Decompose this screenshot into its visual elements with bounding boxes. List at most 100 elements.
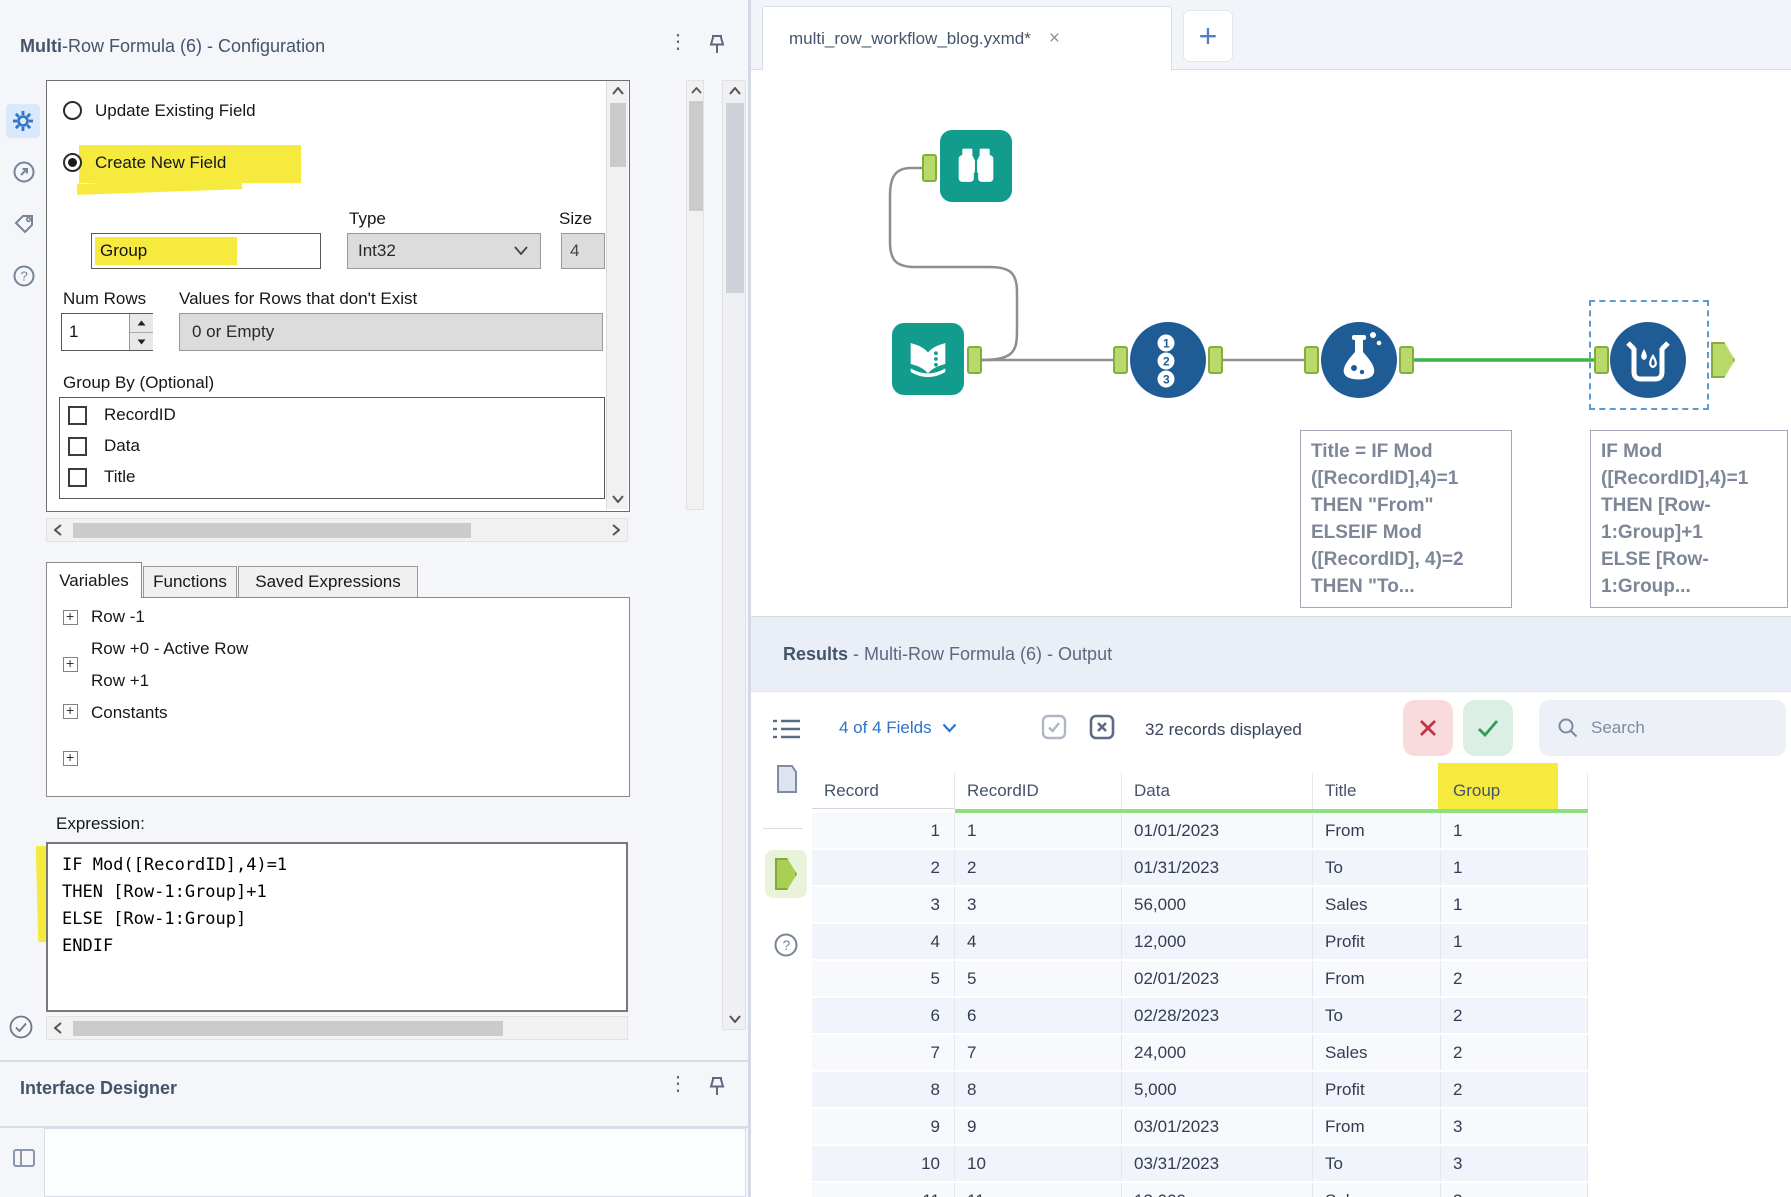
- tab-variables[interactable]: Variables: [46, 562, 142, 598]
- checkbox-recordid[interactable]: [68, 406, 87, 425]
- scroll-left-icon[interactable]: [49, 521, 67, 539]
- scroll-thumb[interactable]: [73, 523, 471, 538]
- recordid-output-anchor[interactable]: [1208, 346, 1223, 374]
- column-header-data[interactable]: Data: [1122, 773, 1313, 809]
- table-row[interactable]: 885,000Profit2: [812, 1072, 1589, 1109]
- config-tab-button[interactable]: [6, 104, 40, 138]
- num-rows-stepper[interactable]: 1: [61, 313, 153, 351]
- panel-scrollbar-outer[interactable]: [722, 80, 746, 1030]
- multirow-input-anchor[interactable]: [1594, 346, 1609, 374]
- formula-tool[interactable]: [1321, 322, 1397, 398]
- table-row[interactable]: 6602/28/2023To2: [812, 998, 1589, 1035]
- type-select[interactable]: Int32: [347, 233, 541, 269]
- panel-scrollbar-inner[interactable]: [686, 80, 704, 510]
- config-horizontal-scrollbar[interactable]: [46, 518, 628, 542]
- pin-icon[interactable]: [704, 1074, 730, 1100]
- tree-expand-icon[interactable]: [63, 704, 78, 719]
- new-tab-button[interactable]: +: [1183, 10, 1233, 62]
- input-output-anchor[interactable]: [967, 346, 982, 374]
- checkbox-title[interactable]: [68, 468, 87, 487]
- search-input[interactable]: [1589, 717, 1763, 739]
- size-input[interactable]: 4: [561, 233, 605, 269]
- table-row[interactable]: 5502/01/2023From2: [812, 961, 1589, 998]
- deselect-fields-icon[interactable]: [1089, 714, 1115, 740]
- column-header-title[interactable]: Title: [1313, 773, 1441, 809]
- column-header-record[interactable]: Record: [812, 773, 955, 809]
- output-anchor-button-selected[interactable]: [765, 850, 807, 898]
- radio-update-label[interactable]: Update Existing Field: [95, 101, 256, 121]
- browse-input-anchor[interactable]: [922, 154, 937, 182]
- scroll-thumb[interactable]: [689, 101, 703, 211]
- column-header-group[interactable]: Group: [1441, 773, 1588, 809]
- tree-expand-icon[interactable]: [63, 610, 78, 625]
- search-box[interactable]: [1539, 700, 1786, 756]
- table-row[interactable]: 1101/01/2023From1: [812, 813, 1589, 850]
- radio-create-label[interactable]: Create New Field: [95, 153, 226, 173]
- pin-icon[interactable]: [704, 32, 730, 58]
- scroll-right-icon[interactable]: [607, 521, 625, 539]
- table-row[interactable]: 101003/31/2023To3: [812, 1146, 1589, 1183]
- config-inner-scrollbar[interactable]: [606, 81, 628, 509]
- data-profile-icon[interactable]: [775, 764, 799, 794]
- column-header-recordid[interactable]: RecordID: [955, 773, 1122, 809]
- scroll-thumb[interactable]: [610, 103, 626, 167]
- table-row[interactable]: 9903/01/2023From3: [812, 1109, 1589, 1146]
- help-icon[interactable]: ?: [12, 264, 36, 288]
- formula-annotation[interactable]: Title = IF Mod ([RecordID],4)=1 THEN "Fr…: [1300, 430, 1512, 608]
- group-by-item[interactable]: Data: [104, 436, 140, 456]
- group-by-item[interactable]: Title: [104, 467, 136, 487]
- select-all-fields-icon[interactable]: [1041, 714, 1067, 740]
- tree-item-active-row[interactable]: Row +0 - Active Row: [91, 639, 248, 659]
- workflow-tab[interactable]: multi_row_workflow_blog.yxmd* ×: [762, 6, 1172, 71]
- radio-create-new-field[interactable]: [63, 153, 82, 172]
- expression-horizontal-scrollbar[interactable]: [46, 1016, 628, 1040]
- multirow-annotation[interactable]: IF Mod ([RecordID],4)=1 THEN [Row- 1:Gro…: [1590, 430, 1788, 608]
- tree-expand-icon[interactable]: [63, 657, 78, 672]
- scroll-up-icon[interactable]: [607, 83, 629, 99]
- tab-functions[interactable]: Functions: [143, 566, 237, 598]
- checkbox-data[interactable]: [68, 437, 87, 456]
- panel-menu-icon[interactable]: ⋮: [668, 1074, 688, 1094]
- tree-item-constants[interactable]: Constants: [91, 703, 168, 723]
- group-by-item[interactable]: RecordID: [104, 405, 176, 425]
- browse-tool[interactable]: [940, 130, 1012, 202]
- expression-editor[interactable]: IF Mod([RecordID],4)=1 THEN [Row-1:Group…: [46, 842, 628, 1012]
- scroll-down-icon[interactable]: [607, 491, 629, 507]
- tree-item-row-minus-1[interactable]: Row -1: [91, 607, 145, 627]
- spin-down-icon[interactable]: [130, 333, 153, 350]
- tree-expand-icon[interactable]: [63, 751, 78, 766]
- table-row[interactable]: 3356,000Sales1: [812, 887, 1589, 924]
- errors-filter-button[interactable]: [1403, 700, 1453, 756]
- workflow-canvas[interactable]: 123 Title = IF Mod ([RecordID],4)=1 THEN…: [751, 70, 1791, 616]
- multirow-formula-tool[interactable]: [1610, 322, 1686, 398]
- table-cell: 5,000: [1122, 1072, 1313, 1107]
- values-rows-select[interactable]: 0 or Empty: [179, 313, 603, 351]
- scroll-thumb[interactable]: [726, 103, 744, 293]
- success-filter-button[interactable]: [1463, 700, 1513, 756]
- input-data-tool[interactable]: [892, 323, 964, 395]
- table-row[interactable]: 7724,000Sales2: [812, 1035, 1589, 1072]
- recordid-tool[interactable]: 123: [1130, 322, 1206, 398]
- panel-menu-icon[interactable]: ⋮: [668, 32, 688, 52]
- tag-icon[interactable]: [12, 212, 36, 236]
- radio-update-existing-field[interactable]: [63, 101, 82, 120]
- new-field-name-input[interactable]: Group: [91, 233, 321, 269]
- help-icon[interactable]: ?: [773, 932, 799, 958]
- tab-saved-expressions[interactable]: Saved Expressions: [238, 566, 418, 598]
- layout-view-icon[interactable]: [12, 1146, 36, 1170]
- table-row[interactable]: 111113,000Sales3: [812, 1183, 1589, 1197]
- scroll-thumb[interactable]: [73, 1021, 503, 1036]
- fields-dropdown[interactable]: 4 of 4 Fields: [839, 718, 957, 738]
- table-cell: 01/31/2023: [1122, 850, 1313, 885]
- formula-output-anchor[interactable]: [1399, 346, 1414, 374]
- spin-up-icon[interactable]: [130, 314, 153, 333]
- table-row[interactable]: 4412,000Profit1: [812, 924, 1589, 961]
- metadata-list-icon[interactable]: [773, 718, 801, 742]
- tree-item-row-plus-1[interactable]: Row +1: [91, 671, 149, 691]
- scroll-left-icon[interactable]: [49, 1019, 67, 1037]
- recordid-input-anchor[interactable]: [1113, 346, 1128, 374]
- table-row[interactable]: 2201/31/2023To1: [812, 850, 1589, 887]
- close-icon[interactable]: ×: [1049, 28, 1060, 50]
- open-example-icon[interactable]: [12, 160, 36, 184]
- formula-input-anchor[interactable]: [1304, 346, 1319, 374]
